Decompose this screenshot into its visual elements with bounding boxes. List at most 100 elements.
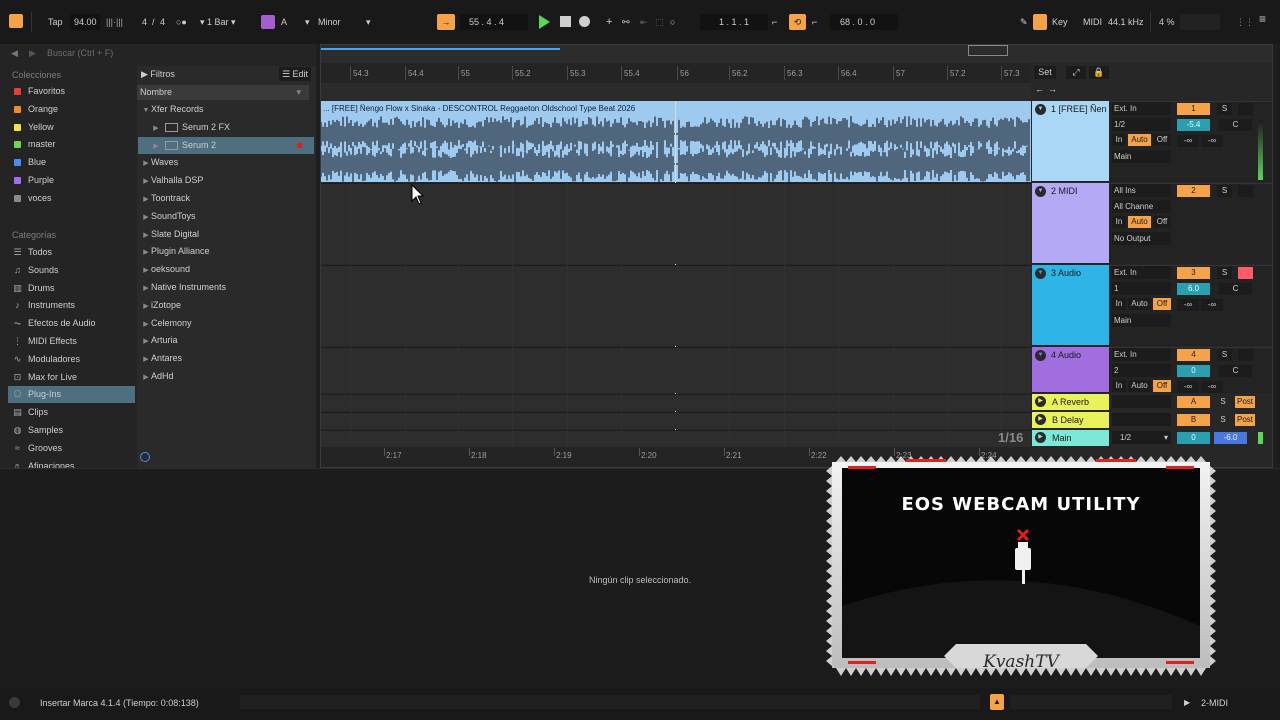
return-solo-button[interactable]: S (1217, 414, 1229, 426)
browser-tree-item[interactable]: ▶ Slate Digital (138, 226, 314, 243)
input-type-select[interactable]: Ext. In (1112, 102, 1171, 115)
overview-viewport[interactable] (968, 45, 1008, 56)
hamburger-icon[interactable]: ≡ (1259, 12, 1266, 26)
key-map-label[interactable]: Key (1052, 15, 1068, 29)
monitor-off-button[interactable]: Off (1153, 134, 1171, 146)
chevron-right-icon[interactable]: ▶ (141, 369, 151, 386)
browser-tree-item[interactable]: ▶ Valhalla DSP (138, 172, 314, 189)
nav-right-icon[interactable]: → (1048, 84, 1057, 94)
output-select[interactable]: Main (1112, 314, 1171, 327)
key-map-button[interactable] (1033, 14, 1047, 30)
tempo-field[interactable]: 94.00 (74, 15, 97, 29)
chevron-right-icon[interactable]: ▶ (151, 120, 161, 137)
return-letter-button[interactable]: A (1177, 396, 1210, 408)
arm-button[interactable] (1238, 267, 1253, 279)
loop-switch[interactable]: ⟲ (789, 14, 806, 30)
category-samples[interactable]: ◍ Samples (8, 422, 135, 439)
browser-tree-item[interactable]: ▶ AdHd (138, 368, 314, 385)
browser-tree-item[interactable]: ▼ Xfer Records (138, 101, 314, 118)
stop-button[interactable] (560, 16, 571, 27)
collection-item[interactable]: Purple (8, 172, 135, 189)
return-letter-button[interactable]: B (1177, 414, 1210, 426)
category-plug-ins[interactable]: ⎔ Plug-Ins (8, 386, 135, 404)
category-clips[interactable]: ▤ Clips (8, 404, 135, 421)
output-select[interactable]: No Output (1112, 232, 1171, 245)
monitor-in-button[interactable]: In (1112, 380, 1126, 392)
nav-left-icon[interactable]: ← (1035, 84, 1044, 94)
fold-chevron-icon[interactable]: ▼ (1035, 268, 1046, 279)
input-channel-select[interactable]: 1/2 (1112, 118, 1171, 131)
track-volume[interactable]: 0 (1177, 365, 1210, 377)
browser-tree-item[interactable]: ▶ Serum 2 FX (138, 119, 314, 136)
scale-mode-icon[interactable] (261, 15, 275, 29)
return-activator-icon[interactable]: ▶ (1035, 414, 1046, 425)
signature-numerator[interactable]: 4 (142, 15, 147, 29)
return-lane-b[interactable] (321, 412, 1031, 429)
chevron-right-icon[interactable]: ▶ (141, 209, 151, 226)
arm-button[interactable] (1238, 185, 1253, 197)
category-max-for-live[interactable]: ⊡ Max for Live (8, 369, 135, 386)
solo-button[interactable]: S (1217, 103, 1232, 115)
category-grooves[interactable]: ≈ Grooves (8, 440, 135, 457)
track-lane-2[interactable] (321, 183, 1031, 264)
browser-tree-item[interactable]: ▶ oeksound (138, 261, 314, 278)
browser-tree-item[interactable]: ▶ Serum 2 (138, 136, 314, 154)
output-select[interactable]: Main (1112, 150, 1171, 163)
master-lane[interactable] (321, 430, 1031, 447)
track-volume[interactable]: -5.4 (1177, 119, 1210, 131)
track-header[interactable]: ▼ 3 Audio (1032, 265, 1109, 345)
track-lane-4[interactable] (321, 347, 1031, 393)
chevron-right-icon[interactable]: ▶ (141, 227, 151, 244)
collection-item[interactable]: master (8, 136, 135, 153)
follow-icon[interactable]: ○● (176, 15, 187, 29)
solo-button[interactable]: S (1217, 267, 1232, 279)
follow-arrange-button[interactable]: → (437, 14, 455, 30)
arm-button[interactable] (1238, 349, 1253, 361)
browser-search-input[interactable]: Buscar (Ctrl + F) (47, 48, 113, 58)
chevron-right-icon[interactable]: ▶ (141, 333, 151, 350)
return-lane-a[interactable] (321, 394, 1031, 411)
monitor-in-button[interactable]: In (1112, 298, 1126, 310)
signature-denominator[interactable]: 4 (160, 15, 165, 29)
browser-tree-item[interactable]: ▶ Celemony (138, 315, 314, 332)
input-channel-select[interactable]: All Channe (1112, 200, 1171, 213)
return-solo-button[interactable]: S (1217, 396, 1229, 408)
monitor-auto-button[interactable]: Auto (1128, 298, 1151, 310)
send-knob[interactable]: -∞ (1201, 135, 1223, 147)
metronome-icon[interactable]: |||·||| (106, 15, 123, 29)
punch-out-icon[interactable]: ⌐ (812, 15, 817, 29)
song-position[interactable]: 55 . 4 . 4 (469, 15, 504, 29)
collection-item[interactable]: Favoritos (8, 83, 135, 100)
collection-item[interactable]: Blue (8, 154, 135, 171)
punch-in-icon[interactable]: ⌐ (772, 15, 777, 29)
monitor-off-button[interactable]: Off (1153, 298, 1171, 310)
send-knob[interactable]: -∞ (1201, 381, 1223, 393)
input-channel-select[interactable]: 1 (1112, 282, 1171, 295)
chevron-right-icon[interactable]: ▶ (141, 280, 151, 297)
category-midi-effects[interactable]: ⋮ MIDI Effects (8, 333, 135, 350)
re-enable-automation-icon[interactable]: ⇤ (640, 15, 648, 29)
set-button[interactable]: Set (1034, 66, 1056, 79)
return-output[interactable] (1112, 413, 1171, 426)
monitor-auto-button[interactable]: Auto (1128, 216, 1151, 228)
chevron-right-icon[interactable]: ▶ (141, 351, 151, 368)
app-menu-icon[interactable] (9, 14, 23, 28)
input-channel-select[interactable]: 2 (1112, 364, 1171, 377)
browser-tree-item[interactable]: ▶ SoundToys (138, 208, 314, 225)
browser-tree-item[interactable]: ▶ Antares (138, 350, 314, 367)
status-scroll[interactable] (240, 695, 980, 709)
browser-tree-item[interactable]: ▶ Native Instruments (138, 279, 314, 296)
loop-start-field[interactable]: 1 . 1 . 1 (719, 15, 749, 29)
beat-ruler[interactable] (321, 63, 1031, 83)
input-type-select[interactable]: Ext. In (1112, 348, 1171, 361)
preview-icon[interactable] (140, 452, 150, 462)
chevron-right-icon[interactable]: ▶ (141, 298, 151, 315)
solo-button[interactable]: S (1217, 349, 1232, 361)
send-knob[interactable]: -∞ (1177, 299, 1199, 311)
warning-icon[interactable]: ▲ (990, 694, 1004, 710)
collection-item[interactable]: voces (8, 190, 135, 207)
status-scroll-2[interactable] (1010, 695, 1172, 709)
scale-select[interactable]: Minor (318, 15, 341, 29)
loop-length-field[interactable]: 68 . 0 . 0 (840, 15, 875, 29)
info-icon[interactable] (9, 697, 20, 708)
